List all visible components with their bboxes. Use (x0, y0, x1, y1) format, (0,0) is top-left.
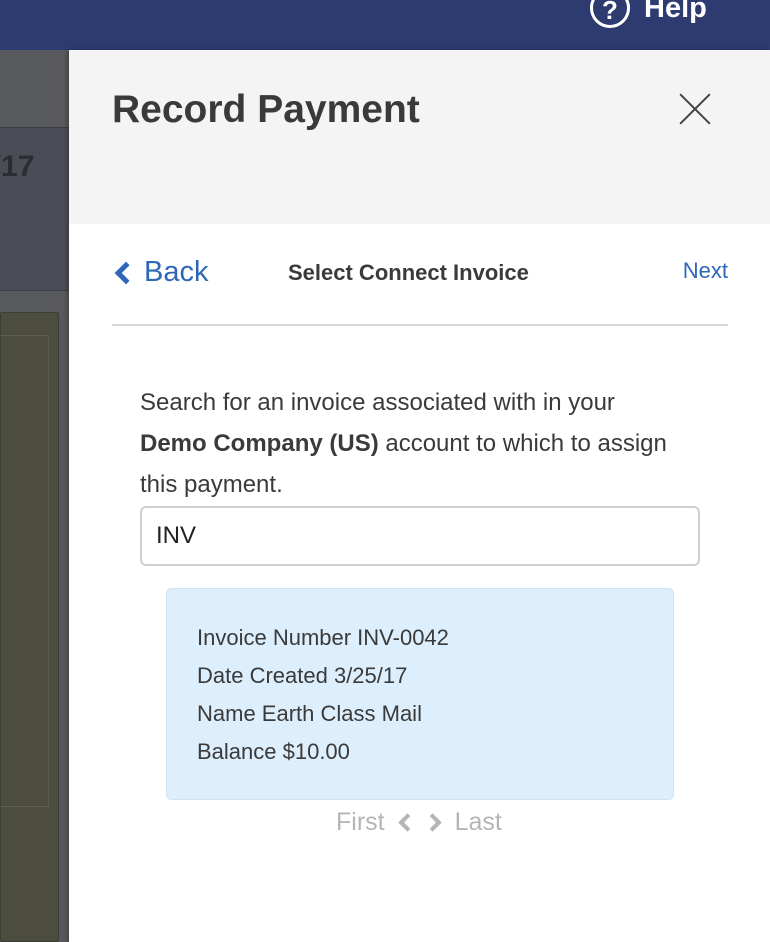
invoice-result-card[interactable]: Invoice Number INV-0042 Date Created 3/2… (166, 588, 674, 800)
step-title: Select Connect Invoice (288, 260, 529, 285)
drawer-title: Record Payment (112, 88, 420, 131)
drawer-header: Record Payment (69, 50, 770, 224)
close-icon[interactable] (675, 88, 715, 128)
record-payment-drawer: Record Payment Back Select Connect Invoi… (69, 50, 770, 942)
chevron-right-icon[interactable] (422, 813, 442, 832)
step-nav: Back Select Connect Invoice Next (112, 224, 728, 326)
question-circle-icon: ? (590, 0, 630, 28)
background-card-inner (0, 335, 49, 807)
invoice-balance: Balance $10.00 (197, 739, 350, 764)
invoice-date-created: Date Created 3/25/17 (197, 663, 408, 688)
invoice-name: Name Earth Class Mail (197, 701, 422, 726)
description-before: Search for an invoice associated with in… (140, 389, 615, 416)
help-button[interactable]: ? Help (590, 0, 707, 28)
chevron-left-icon[interactable] (397, 813, 417, 832)
next-button[interactable]: Next (683, 258, 728, 284)
help-label: Help (644, 0, 707, 24)
top-app-bar: ? Help (0, 0, 770, 50)
chevron-left-icon (114, 261, 138, 284)
invoice-number: Invoice Number INV-0042 (197, 625, 449, 650)
company-name: Demo Company (US) (140, 430, 379, 457)
background-fragment-text: 3/17 (0, 150, 35, 183)
invoice-search-input[interactable] (140, 506, 700, 566)
pager-last[interactable]: Last (455, 808, 502, 837)
search-description: Search for an invoice associated with in… (140, 382, 680, 505)
background-page-overlay: 3/17 (0, 50, 69, 942)
background-card (0, 312, 59, 942)
pagination: First Last (336, 808, 502, 837)
back-button[interactable]: Back (112, 256, 208, 289)
pager-first[interactable]: First (336, 808, 385, 837)
back-label: Back (144, 256, 209, 288)
